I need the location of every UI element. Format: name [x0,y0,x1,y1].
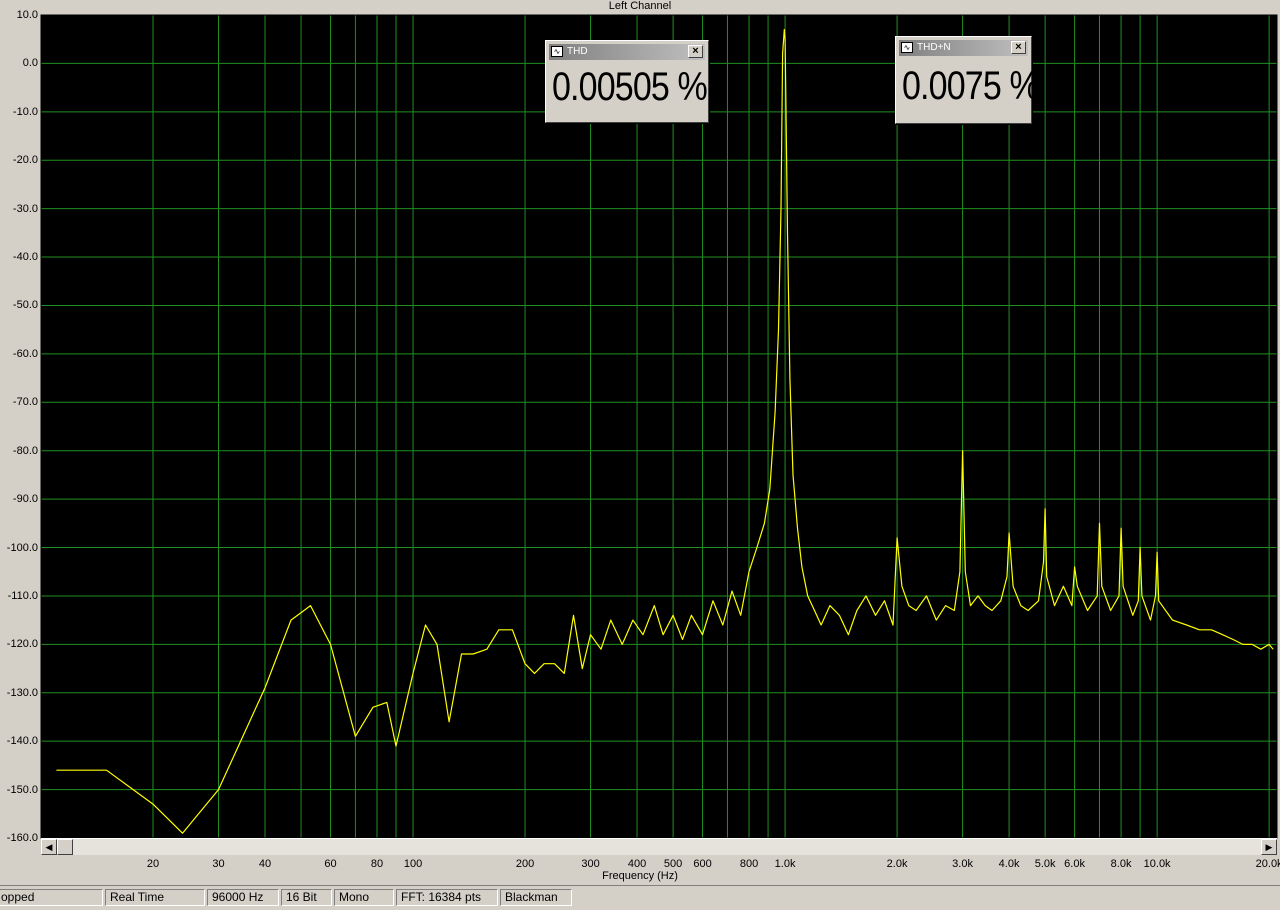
y-tick-label: -80.0 [12,444,38,457]
thd-meter-title: THD [567,46,588,57]
x-tick-label: 10.0k [1143,858,1171,870]
thd-meter-titlebar[interactable]: ∿ THD × [549,44,705,60]
y-tick-label: -40.0 [12,251,38,264]
status-window: Blackman [500,889,572,906]
x-axis-title: Frequency (Hz) [602,870,678,882]
status-bit-depth: 16 Bit [281,889,332,906]
thd-value: 0.00505 % [552,65,708,109]
y-tick-label: -10.0 [12,105,38,118]
thdn-meter-window[interactable]: ∿ THD+N × 0.0075 % [895,36,1040,124]
x-tick-label: 80 [370,858,384,870]
y-tick-label: -150.0 [6,783,38,796]
thdn-meter-titlebar[interactable]: ∿ THD+N × [899,40,1028,56]
x-tick-label: 60 [324,858,337,870]
status-mode: Real Time [105,889,205,906]
y-tick-label: -120.0 [6,638,38,651]
y-tick-label: -30.0 [12,202,38,215]
y-tick-label: 10.0 [16,9,38,21]
y-tick-label: -50.0 [12,299,38,312]
y-tick-label: -20.0 [12,154,38,167]
x-tick-label: 1.0k [774,858,796,870]
thdn-meter-title: THD+N [917,42,951,53]
close-icon[interactable]: × [1011,41,1026,54]
y-tick-label: 0.0 [22,57,38,70]
x-tick-label: 40 [258,858,272,870]
y-tick-label: -110.0 [7,589,38,602]
x-tick-label: 800 [739,858,759,870]
horizontal-scrollbar[interactable]: ◀ ▶ [41,838,1277,855]
x-tick-label: 4.0k [998,858,1020,870]
x-tick-label: 500 [663,858,683,870]
x-tick-label: 20.0k [1255,858,1280,870]
status-state: opped [0,889,103,906]
y-tick-label: -90.0 [12,493,38,506]
x-tick-label: 8.0k [1110,858,1132,870]
x-tick-label: 300 [581,858,600,870]
x-tick-label: 5.0k [1034,858,1056,870]
y-tick-label: -100.0 [6,541,38,554]
x-tick-label: 20 [146,858,160,870]
x-tick-label: 200 [515,858,535,870]
y-tick-label: -140.0 [6,735,38,748]
x-tick-label: 600 [693,858,712,870]
x-tick-label: 100 [403,858,423,870]
thd-meter-window[interactable]: ∿ THD × 0.00505 % [545,40,709,123]
status-sample-rate: 96000 Hz [207,889,279,906]
x-tick-label: 2.0k [886,858,908,870]
scroll-right-arrow-icon[interactable]: ▶ [1261,839,1277,855]
y-tick-label: -160.0 [6,832,38,844]
x-tick-label: 3.0k [952,858,973,870]
waveform-icon: ∿ [901,42,913,53]
scroll-left-arrow-icon[interactable]: ◀ [41,839,57,855]
y-tick-label: -60.0 [12,347,38,360]
close-icon[interactable]: × [688,45,703,58]
waveform-icon: ∿ [551,46,563,57]
y-tick-label: -70.0 [12,396,38,409]
status-channels: Mono [334,889,394,906]
plot-area [41,15,1277,838]
scroll-thumb[interactable] [57,839,73,855]
x-tick-label: 30 [212,858,225,870]
status-fft-size: FFT: 16384 pts [396,889,498,906]
thdn-value: 0.0075 % [902,64,1040,108]
y-tick-label: -130.0 [6,686,38,699]
x-tick-label: 6.0k [1064,858,1085,870]
x-tick-label: 400 [627,858,647,870]
status-bar: opped Real Time 96000 Hz 16 Bit Mono FFT… [0,885,1280,910]
spectrum-plot[interactable] [0,0,1280,860]
